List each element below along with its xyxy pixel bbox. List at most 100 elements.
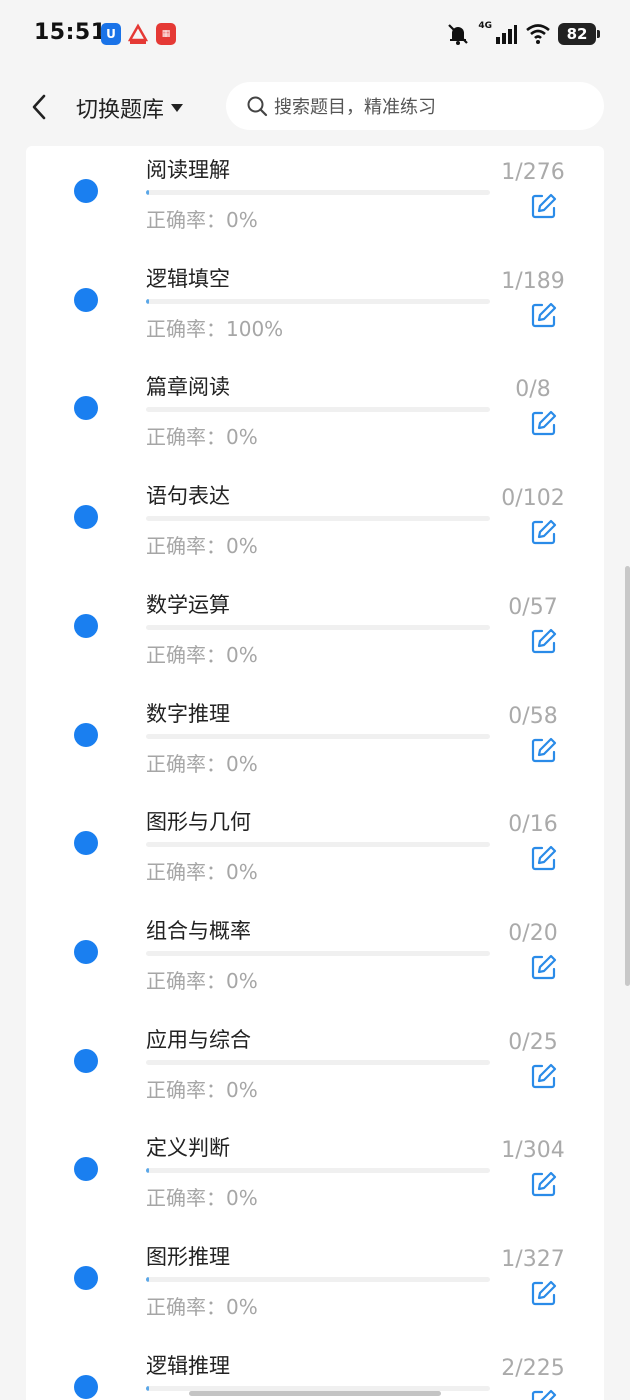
- question-count: 0/25: [508, 1029, 558, 1055]
- edit-icon[interactable]: [530, 409, 558, 437]
- accuracy-value: 0%: [226, 1186, 258, 1211]
- progress-fill: [146, 1277, 149, 1282]
- accuracy-label: 正确率：: [146, 1186, 226, 1211]
- accuracy-value: 0%: [226, 534, 258, 559]
- accuracy-label: 正确率：: [146, 425, 226, 450]
- accuracy-label: 正确率：: [146, 534, 226, 559]
- app-u-icon: U: [101, 23, 121, 45]
- progress-fill: [146, 1168, 149, 1174]
- switch-bank-label: 切换题库: [76, 98, 165, 123]
- accuracy-label: 正确率：: [146, 751, 226, 776]
- status-dot: [74, 396, 98, 421]
- search-icon: [247, 96, 268, 117]
- edit-icon[interactable]: [530, 192, 558, 220]
- signal-icon: [496, 25, 517, 44]
- accuracy-label: 正确率：: [146, 642, 226, 667]
- list-item[interactable]: 逻辑填空 正确率：100% 1/189: [26, 255, 604, 364]
- list-item[interactable]: 阅读理解 正确率：0% 1/276: [26, 146, 604, 255]
- edit-icon[interactable]: [530, 953, 558, 981]
- category-name: 图形推理: [146, 1245, 230, 1269]
- back-icon[interactable]: [26, 90, 54, 124]
- screen: 15:51 U ▦ 4G 82 切换题库 搜索题目，精准练习 阅读理解 正确率：…: [0, 0, 630, 1400]
- status-dot: [74, 1374, 98, 1399]
- accuracy-value: 0%: [226, 860, 258, 885]
- search-input[interactable]: 搜索题目，精准练习: [226, 82, 604, 130]
- category-name: 数学运算: [146, 592, 230, 617]
- status-dot: [74, 722, 98, 747]
- progress-fill: [146, 298, 149, 304]
- edit-icon[interactable]: [530, 1170, 558, 1198]
- accuracy-value: 0%: [226, 208, 258, 232]
- status-bar: 15:51 U ▦ 4G 82: [0, 0, 630, 68]
- status-dot: [74, 613, 98, 638]
- battery-icon: 82: [558, 23, 600, 45]
- category-list: 阅读理解 正确率：0% 1/276 逻辑填空 正确率：100% 1/189 篇章…: [26, 146, 604, 1400]
- status-dot: [74, 505, 98, 530]
- edit-icon[interactable]: [530, 627, 558, 655]
- category-name: 篇章阅读: [146, 375, 230, 400]
- list-item[interactable]: 数字推理 正确率：0% 0/58: [26, 690, 604, 799]
- category-name: 阅读理解: [146, 158, 230, 182]
- question-count: 1/327: [501, 1247, 565, 1272]
- category-name: 图形与几何: [146, 810, 251, 835]
- category-name: 应用与综合: [146, 1027, 251, 1052]
- edit-icon[interactable]: [530, 1279, 558, 1307]
- accuracy-value: 0%: [226, 1295, 258, 1319]
- accuracy-value: 0%: [226, 642, 258, 667]
- question-count: 1/304: [501, 1138, 565, 1164]
- progress-track: [146, 624, 490, 630]
- mute-bell-icon: [448, 24, 469, 45]
- edit-icon[interactable]: [530, 1388, 558, 1400]
- list-item[interactable]: 数学运算 正确率：0% 0/57: [26, 581, 604, 690]
- question-count: 0/16: [508, 812, 558, 838]
- accuracy-text: 正确率：0%: [146, 1074, 258, 1103]
- accuracy-label: 正确率：: [146, 208, 226, 232]
- list-item[interactable]: 应用与综合 正确率：0% 0/25: [26, 1016, 604, 1125]
- home-indicator[interactable]: [189, 1391, 441, 1396]
- list-item[interactable]: 篇章阅读 正确率：0% 0/8: [26, 363, 604, 472]
- list-item[interactable]: 定义判断 正确率：0% 1/304: [26, 1124, 604, 1233]
- category-name: 语句表达: [146, 484, 230, 509]
- accuracy-label: 正确率：: [146, 1295, 226, 1319]
- list-item[interactable]: 语句表达 正确率：0% 0/102: [26, 472, 604, 581]
- accuracy-text: 正确率：0%: [146, 965, 258, 994]
- accuracy-value: 100%: [226, 316, 284, 341]
- list-item[interactable]: 组合与概率 正确率：0% 0/20: [26, 907, 604, 1016]
- status-icons: 4G 82: [446, 20, 600, 48]
- progress-track: [146, 950, 490, 956]
- caret-down-icon: [171, 104, 184, 112]
- edit-icon[interactable]: [530, 1062, 558, 1090]
- switch-bank-dropdown[interactable]: 切换题库: [76, 92, 184, 124]
- list-item[interactable]: 图形推理 正确率：0% 1/327: [26, 1233, 604, 1342]
- scrollbar-thumb[interactable]: [625, 566, 630, 986]
- accuracy-text: 正确率：0%: [146, 530, 258, 559]
- status-dot: [74, 179, 98, 203]
- edit-icon[interactable]: [530, 518, 558, 546]
- accuracy-label: 正确率：: [146, 316, 226, 341]
- category-name: 逻辑填空: [146, 266, 230, 291]
- progress-track: [146, 1168, 490, 1174]
- edit-icon[interactable]: [530, 736, 558, 764]
- progress-track: [146, 190, 490, 195]
- accuracy-text: 正确率：0%: [146, 639, 258, 668]
- header: 切换题库 搜索题目，精准练习: [0, 68, 630, 146]
- category-name: 逻辑推理: [146, 1353, 230, 1378]
- status-dot: [74, 287, 98, 312]
- category-name: 组合与概率: [146, 918, 251, 943]
- question-count: 0/58: [508, 703, 558, 729]
- accuracy-text: 正确率：0%: [146, 204, 258, 233]
- question-count: 0/57: [508, 594, 558, 620]
- accuracy-value: 0%: [226, 1077, 258, 1102]
- progress-track: [146, 1059, 490, 1065]
- edit-icon[interactable]: [530, 301, 558, 329]
- status-dot: [74, 831, 98, 856]
- accuracy-text: 正确率：0%: [146, 421, 258, 450]
- progress-track: [146, 407, 490, 413]
- accuracy-text: 正确率：0%: [146, 748, 258, 777]
- accuracy-text: 正确率：0%: [146, 1182, 258, 1211]
- list-item[interactable]: 图形与几何 正确率：0% 0/16: [26, 798, 604, 907]
- status-dot: [74, 1266, 98, 1290]
- app-red-triangle-icon: [128, 23, 148, 44]
- edit-icon[interactable]: [530, 844, 558, 872]
- status-dot: [74, 1048, 98, 1073]
